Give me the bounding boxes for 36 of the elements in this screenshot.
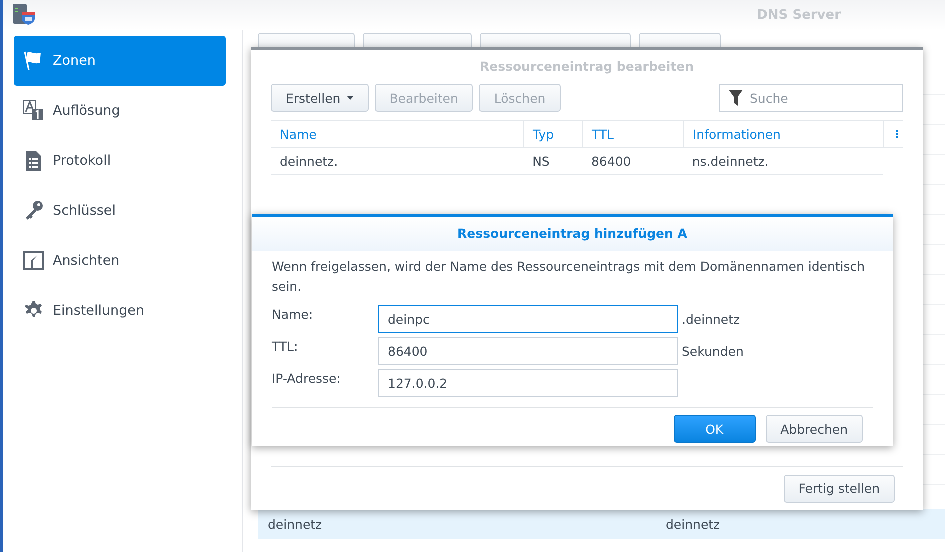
input-field[interactable]: deinpc xyxy=(378,305,678,333)
finish-button[interactable]: Fertig stellen xyxy=(784,474,895,502)
field-label: IP-Adresse: xyxy=(272,370,342,386)
table-row[interactable]: deinnetz deinnetz xyxy=(258,509,945,539)
column-header[interactable]: TTL xyxy=(583,121,684,147)
sidebar-item[interactable]: Protokoll xyxy=(14,136,226,186)
dropdown-button[interactable]: Erstellen xyxy=(271,84,369,112)
table-cell-text: deinnetz xyxy=(267,516,324,532)
sidebar-item[interactable]: Einstellungen xyxy=(14,286,226,336)
table-cell-text: 86400 xyxy=(590,154,632,168)
sidebar-item[interactable]: Schlüssel xyxy=(14,186,226,236)
chart-window-icon xyxy=(23,250,45,272)
table-cell-text: deinnetz. xyxy=(279,154,340,168)
table-cell: deinnetz xyxy=(666,516,720,532)
dialog-title: Ressourceneintrag hinzufügen A xyxy=(252,217,893,251)
table-cell-text: NS xyxy=(532,154,551,168)
table-cell-text: ns.deinnetz. xyxy=(691,154,770,168)
input-field[interactable]: 127.0.0.2 xyxy=(378,369,678,397)
search-field[interactable]: Suche xyxy=(719,84,903,112)
sidebar-item[interactable]: Auflösung xyxy=(14,86,226,136)
sidebar-item[interactable]: Zonen xyxy=(14,36,226,86)
column-header[interactable]: Typ xyxy=(524,121,583,147)
unit-label: .deinnetz xyxy=(682,312,740,326)
sidebar-item[interactable]: Ansichten xyxy=(14,236,226,286)
field-label: TTL: xyxy=(272,338,300,354)
cancel-button[interactable]: Abbrechen xyxy=(766,415,863,443)
field-label: Name: xyxy=(272,306,314,322)
column-header[interactable]: Informationen xyxy=(684,121,884,147)
unit-label: Sekunden xyxy=(682,344,744,358)
letter-number-icon xyxy=(23,100,45,122)
app-icon xyxy=(13,4,37,26)
column-header[interactable]: Name xyxy=(271,121,524,147)
window-title: DNS Server xyxy=(757,8,841,22)
dialog-title: Ressourceneintrag bearbeiten xyxy=(478,58,696,76)
description-text: Wenn freigelassen, wird der Name des Ressourceneintrags mit dem Domänennamen identisch sein. xyxy=(272,258,866,296)
input-field[interactable]: 86400 xyxy=(378,337,678,365)
